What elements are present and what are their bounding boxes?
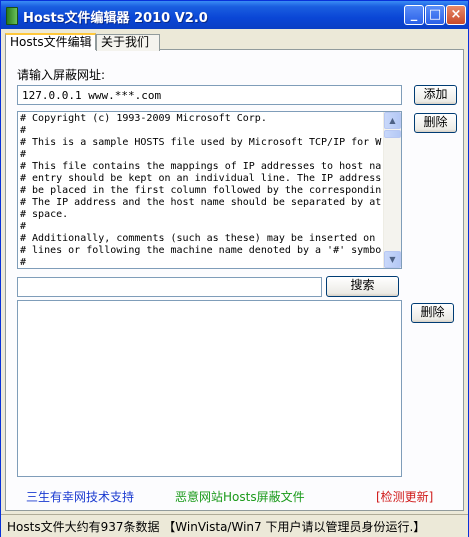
hosts-line: # Copyright (c) 1993-2009 Microsoft Corp… xyxy=(20,113,267,124)
hosts-line: # entry should be kept on an individual … xyxy=(20,173,382,184)
window-title: Hosts文件编辑器 2010 V2.0 xyxy=(23,11,208,26)
status-bar: Hosts文件大约有937条数据 【WinVista/Win7 下用户请以管理员… xyxy=(1,514,468,537)
hosts-line: # xyxy=(20,257,27,267)
app-icon xyxy=(6,7,18,25)
hosts-content: # Copyright (c) 1993-2009 Microsoft Corp… xyxy=(20,113,383,267)
hosts-line: # xyxy=(20,149,27,160)
delete-result-button[interactable]: 删除 xyxy=(411,303,454,323)
search-button[interactable]: 搜索 xyxy=(326,276,399,297)
hosts-line: # space. xyxy=(20,209,69,220)
tab-hosts-edit[interactable]: Hosts文件编辑 xyxy=(5,33,96,50)
hosts-scrollbar[interactable]: ▲ ▼ xyxy=(383,112,401,268)
add-button[interactable]: 添加 xyxy=(414,85,457,105)
title-bar[interactable]: Hosts文件编辑器 2010 V2.0 _ □ × xyxy=(1,1,468,29)
hosts-line: # The IP address and the host name shoul… xyxy=(20,197,382,208)
hosts-line: # xyxy=(20,221,27,232)
scroll-thumb[interactable] xyxy=(384,130,401,138)
hosts-line: # lines or following the machine name de… xyxy=(20,245,382,256)
check-update-link[interactable]: [检测更新] xyxy=(376,488,433,505)
url-label: 请输入屏蔽网址: xyxy=(17,68,106,82)
support-link[interactable]: 三生有幸网技术支持 xyxy=(26,488,134,505)
hosts-line: # This file contains the mappings of IP … xyxy=(20,161,382,172)
search-input[interactable] xyxy=(17,277,322,297)
hosts-line: # xyxy=(20,125,27,136)
hosts-line: # be placed in the first column followed… xyxy=(20,185,382,196)
hosts-line: # Additionally, comments (such as these)… xyxy=(20,233,376,244)
close-button[interactable]: × xyxy=(446,5,466,25)
scroll-down-icon[interactable]: ▼ xyxy=(384,251,401,268)
minimize-button[interactable]: _ xyxy=(404,5,424,25)
search-results[interactable] xyxy=(17,300,402,477)
scroll-up-icon[interactable]: ▲ xyxy=(384,112,401,129)
hosts-textarea[interactable]: # Copyright (c) 1993-2009 Microsoft Corp… xyxy=(17,111,402,269)
app-window: Hosts文件编辑器 2010 V2.0 _ □ × Hosts文件编辑 关于我… xyxy=(0,0,469,537)
status-text: Hosts文件大约有937条数据 【WinVista/Win7 下用户请以管理员… xyxy=(7,520,426,534)
tab-about-us[interactable]: 关于我们 xyxy=(96,34,160,51)
hosts-line: # This is a sample HOSTS file used by Mi… xyxy=(20,137,382,148)
delete-button[interactable]: 删除 xyxy=(414,113,457,133)
url-input[interactable] xyxy=(17,85,402,105)
malicious-hosts-link[interactable]: 恶意网站Hosts屏蔽文件 xyxy=(175,488,305,505)
maximize-button[interactable]: □ xyxy=(425,5,445,25)
